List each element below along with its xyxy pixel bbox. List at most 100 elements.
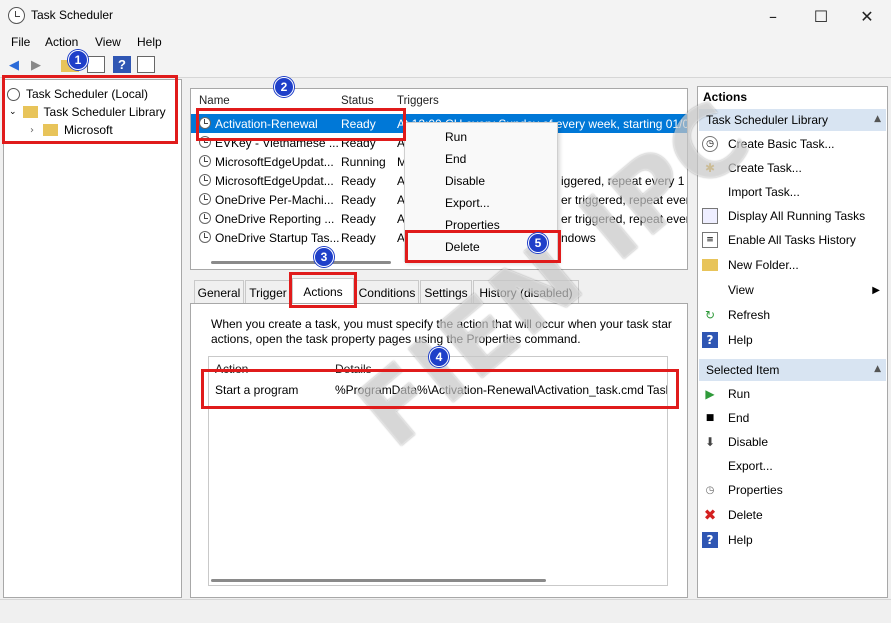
action-enable-history[interactable]: ≡ Enable All Tasks History [702, 229, 886, 251]
menu-bar: File Action View Help [0, 32, 891, 52]
action-label: Create Task... [728, 161, 802, 175]
action-label: Disable [728, 435, 769, 449]
action-view[interactable]: View ▶ [702, 279, 886, 301]
description-line: When you create a task, you must specify… [211, 317, 672, 331]
action-label: Delete [728, 508, 763, 522]
action-create-task[interactable]: ✱ Create Task... [702, 157, 886, 179]
action-label: View [728, 283, 754, 297]
menu-help[interactable]: Help [137, 35, 162, 49]
action-run[interactable]: ▶ Run [702, 383, 886, 405]
context-menu-run[interactable]: Run [445, 130, 467, 144]
menu-action[interactable]: Action [45, 35, 78, 49]
task-trigger-tail: iggered, repeat every 1 ho [561, 174, 688, 188]
action-label: Properties [728, 483, 783, 497]
action-label: Refresh [728, 308, 771, 322]
properties-icon: ◷ [705, 484, 715, 496]
menu-view[interactable]: View [95, 35, 121, 49]
clock-icon [199, 212, 211, 224]
console-tree-icon[interactable] [87, 56, 105, 73]
step-badge-1: 1 [68, 50, 88, 70]
action-properties[interactable]: ◷ Properties [702, 479, 886, 501]
help-icon: ? [702, 532, 718, 548]
step-badge-2: 2 [274, 77, 294, 97]
action-label: Display All Running Tasks [728, 209, 866, 223]
action-label: Run [728, 387, 751, 401]
tab-settings[interactable]: Settings [420, 280, 472, 304]
clock-icon [199, 155, 211, 167]
action-disable[interactable]: ⬇ Disable [702, 431, 886, 453]
action-display-running-tasks[interactable]: Display All Running Tasks [702, 205, 886, 227]
close-button[interactable]: ✕ [844, 0, 890, 32]
column-header-name[interactable]: Name [199, 95, 230, 107]
action-new-folder[interactable]: New Folder... [702, 254, 886, 276]
window-title: Task Scheduler [31, 8, 114, 22]
forward-arrow-icon[interactable]: ▶ [27, 56, 45, 73]
task-status: Running [341, 155, 386, 169]
task-trigger-tail: er triggered, repeat every [561, 212, 688, 226]
action-import-task[interactable]: Import Task... [702, 181, 886, 203]
action-help[interactable]: ? Help [702, 329, 886, 351]
task-status: Ready [341, 231, 376, 245]
action-end[interactable]: ■ End [702, 407, 886, 429]
horizontal-scrollbar[interactable] [211, 261, 391, 264]
action-help-selected[interactable]: ? Help [702, 529, 886, 551]
clock-icon [199, 231, 211, 243]
action-label: Enable All Tasks History [728, 233, 856, 247]
tab-triggers[interactable]: Trigger [245, 280, 291, 304]
action-export[interactable]: Export... [702, 455, 886, 477]
section-task-scheduler-library[interactable]: Task Scheduler Library [699, 109, 886, 131]
history-icon: ≡ [702, 232, 718, 248]
help-icon[interactable]: ? [113, 56, 131, 73]
horizontal-scrollbar[interactable] [211, 579, 546, 582]
context-menu-end[interactable]: End [445, 152, 466, 166]
task-name: MicrosoftEdgeUpdat... [215, 155, 334, 169]
action-label: Import Task... [728, 185, 800, 199]
back-arrow-icon[interactable]: ◀ [5, 56, 23, 73]
minimize-button[interactable]: – [750, 0, 796, 32]
end-icon: ■ [705, 413, 715, 423]
action-refresh[interactable]: ↻ Refresh [702, 304, 886, 326]
menu-file[interactable]: File [11, 35, 30, 49]
context-menu-export[interactable]: Export... [445, 196, 490, 210]
create-basic-task-icon: ◷ [702, 136, 718, 152]
actions-description: When you create a task, you must specify… [211, 317, 681, 347]
task-trigger-tail: ndows [561, 231, 596, 245]
create-task-icon: ✱ [704, 161, 716, 175]
clock-icon [199, 193, 211, 205]
task-name: OneDrive Startup Tas... [215, 231, 340, 245]
task-status: Ready [341, 174, 376, 188]
column-header-triggers[interactable]: Triggers [397, 95, 439, 107]
clock-icon [199, 174, 211, 186]
navigation-tree: Task Scheduler (Local) ⌄ Task Scheduler … [3, 79, 182, 598]
title-bar: Task Scheduler – ☐ ✕ [0, 0, 891, 32]
section-selected-item[interactable]: Selected Item [699, 359, 886, 381]
task-trigger-tail: er triggered, repeat every [561, 193, 688, 207]
column-header-status[interactable]: Status [341, 95, 374, 107]
action-delete[interactable]: ✖ Delete [702, 504, 886, 526]
folder-icon [702, 259, 718, 271]
maximize-button[interactable]: ☐ [798, 0, 844, 32]
actions-pane-title: Actions [703, 90, 748, 104]
import-icon [702, 184, 718, 200]
actions-pane: Actions Task Scheduler Library ◷ Create … [697, 86, 888, 598]
tab-history[interactable]: History (disabled) [473, 280, 579, 304]
export-icon [702, 458, 718, 474]
disable-icon: ⬇ [704, 435, 716, 449]
task-status: Ready [341, 212, 376, 226]
context-menu-disable[interactable]: Disable [445, 174, 485, 188]
action-create-basic-task[interactable]: ◷ Create Basic Task... [702, 133, 886, 155]
step-badge-4: 4 [429, 347, 449, 367]
action-pane-icon[interactable] [137, 56, 155, 73]
running-tasks-icon [702, 208, 718, 224]
action-label: Create Basic Task... [728, 137, 835, 151]
description-line: actions, open the task property pages us… [211, 332, 581, 346]
action-label: End [728, 411, 750, 425]
annotation-box-3 [289, 272, 357, 308]
tab-conditions[interactable]: Conditions [355, 280, 419, 304]
annotation-box-2 [196, 108, 406, 141]
action-label: Help [728, 533, 753, 547]
annotation-box-4 [201, 369, 679, 409]
action-label: New Folder... [728, 258, 799, 272]
task-name: OneDrive Per-Machi... [215, 193, 334, 207]
tab-general[interactable]: General [194, 280, 244, 304]
